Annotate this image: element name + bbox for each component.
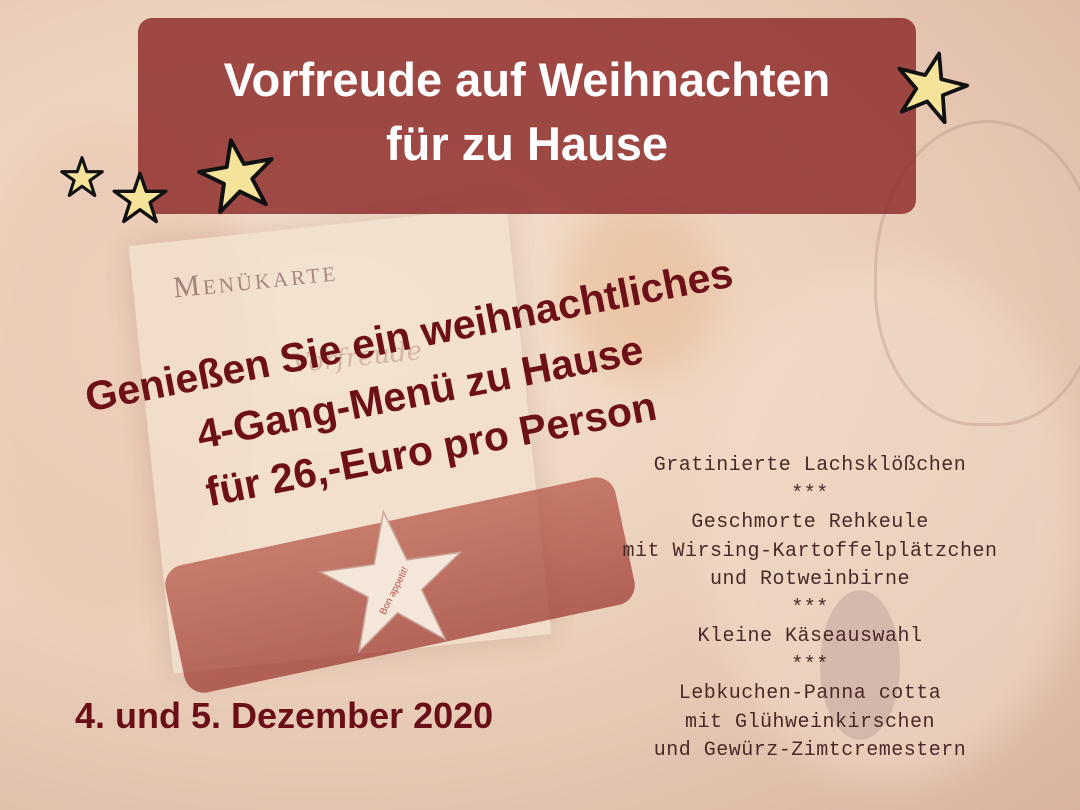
menu-separator: *** [791, 596, 829, 620]
event-date: 4. und 5. Dezember 2020 [75, 695, 494, 736]
menu-item: Lebkuchen-Panna cotta [678, 682, 942, 705]
menu-item: und Rotweinbirne [709, 568, 911, 591]
menu-item: Gratinierte Lachsklößchen [653, 454, 967, 477]
menu-separator: *** [791, 653, 829, 677]
menu-item: Geschmorte Rehkeule [691, 511, 929, 534]
menu-item: Kleine Käseauswahl [697, 625, 923, 648]
menu-item: mit Glühweinkirschen [684, 710, 936, 734]
star-icon [112, 171, 168, 224]
star-tag-icon: Bon appetit! [318, 509, 463, 654]
menu-card-title: Menükarte [171, 254, 340, 305]
menu-courses: Gratinierte Lachsklößchen *** Geschmorte… [575, 452, 1045, 766]
star-icon [197, 138, 274, 215]
star-icon [897, 51, 970, 124]
title-line-1: Vorfreude auf Weihnachten [223, 53, 831, 106]
menu-separator: *** [791, 482, 829, 506]
menu-item: mit Wirsing-Kartoffelplätzchen [622, 539, 998, 563]
star-icon [60, 156, 104, 198]
menu-item: und Gewürz-Zimtcremestern [653, 739, 967, 762]
